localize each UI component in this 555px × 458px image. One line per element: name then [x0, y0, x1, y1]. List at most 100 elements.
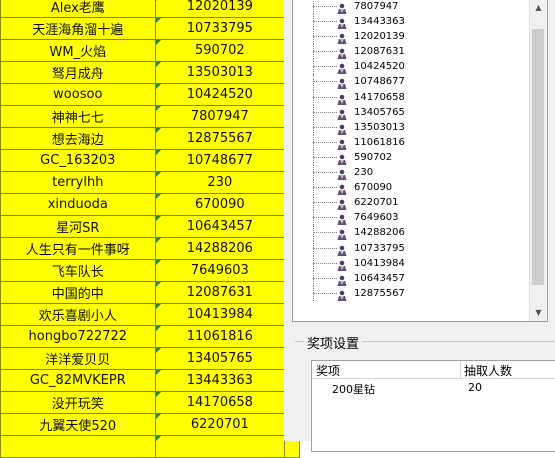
person-icon [336, 196, 348, 211]
award-table[interactable]: 奖项 抽取人数 200星钻 20 [311, 360, 555, 452]
nickname-cell[interactable]: GC_82MVKEPR [0, 369, 156, 392]
tree-item[interactable]: 6220701 [293, 195, 529, 211]
tree-item[interactable]: 13443363 [293, 14, 529, 30]
person-icon [336, 272, 348, 286]
id-cell[interactable]: 7649603 [154, 259, 286, 282]
nickname-cell[interactable]: 星河SR [0, 215, 156, 238]
tree-item[interactable]: 11061816 [293, 134, 529, 150]
id-cell[interactable]: 13503013 [154, 61, 286, 84]
id-cell[interactable]: 6220701 [154, 413, 286, 436]
tree-item-label: 7649603 [354, 212, 399, 224]
id-cell[interactable]: 13405765 [154, 347, 286, 370]
sheet-row: 想去海边 12875567 [0, 127, 300, 150]
award-row[interactable]: 200星钻 20 [312, 380, 555, 396]
nickname-cell[interactable]: 飞车队长 [0, 259, 156, 282]
id-cell[interactable]: 12087631 [154, 281, 286, 304]
id-cell[interactable]: 10643457 [154, 215, 286, 238]
tree-item[interactable]: 590702 [293, 149, 529, 166]
id-cell[interactable]: 7807947 [154, 105, 286, 128]
nickname-cell[interactable]: WM_火焰 [0, 39, 156, 62]
nickname-cell[interactable]: 中国的中 [0, 281, 156, 304]
id-cell[interactable]: 670090 [154, 193, 286, 216]
person-icon [336, 151, 348, 165]
tree-item-label: 6220701 [354, 197, 399, 209]
nickname-cell[interactable]: 洋洋爱贝贝 [0, 347, 156, 370]
id-cell[interactable]: 13443363 [154, 369, 286, 392]
id-cell[interactable]: 10748677 [154, 149, 286, 172]
scroll-thumb[interactable] [532, 29, 544, 285]
nickname-cell[interactable]: 人生只有一件事呀 [0, 237, 156, 260]
tree-item[interactable]: 14170658 [293, 89, 529, 105]
participant-list: 7807947 13443363 12020139 12087631 10424520 1… [293, 0, 529, 301]
person-icon [336, 60, 348, 75]
tree-item[interactable]: 7807947 [293, 0, 529, 15]
sheet-row: terrylhh 230 [0, 171, 300, 194]
tree-item-label: 11061816 [354, 136, 405, 148]
spreadsheet-grid: Alex老鹰 12020139 天涯海角溜十遍 10733795 WM_火焰 590702… [0, 0, 300, 458]
nickname-cell[interactable]: woosoo [0, 83, 156, 106]
tree-item-label: 230 [354, 167, 374, 179]
nickname-cell[interactable]: Alex老鹰 [0, 0, 156, 18]
nickname-cell[interactable]: GC_163203 [0, 149, 156, 172]
tree-item[interactable]: 12020139 [293, 29, 529, 45]
tree-item[interactable]: 10733795 [293, 240, 529, 256]
tree-item[interactable]: 7649603 [293, 210, 529, 226]
id-cell[interactable]: 10733795 [154, 17, 286, 40]
tree-item[interactable]: 12087631 [293, 44, 529, 60]
tree-item-label: 14288206 [354, 227, 405, 239]
scroll-down-icon[interactable]: ▼ [530, 304, 547, 321]
id-cell[interactable]: 590702 [154, 39, 286, 62]
nickname-cell[interactable]: terrylhh [0, 171, 156, 194]
id-cell[interactable]: 230 [154, 171, 286, 194]
id-cell[interactable]: 12020139 [154, 0, 286, 18]
award-col-item[interactable]: 奖项 [316, 362, 340, 379]
participant-tree[interactable]: 7807947 13443363 12020139 12087631 10424520 1… [292, 0, 548, 322]
tree-item[interactable]: 14288206 [293, 225, 529, 241]
id-cell[interactable]: 12875567 [154, 127, 286, 150]
id-cell[interactable]: 10424520 [154, 83, 286, 106]
sheet-row: 天涯海角溜十遍 10733795 [0, 17, 300, 40]
tree-item[interactable]: 12875567 [293, 285, 529, 301]
id-cell[interactable]: 10413984 [154, 303, 286, 326]
tree-item[interactable]: 670090 [293, 180, 529, 196]
person-icon [336, 181, 348, 196]
scroll-up-icon[interactable]: ▲ [530, 0, 547, 16]
tree-item[interactable]: 230 [293, 165, 529, 181]
person-icon [336, 257, 348, 271]
nickname-cell[interactable]: 九翼天使520 [0, 413, 156, 436]
nickname-cell[interactable]: hongbo722722 [0, 325, 156, 348]
id-cell[interactable]: 14288206 [154, 237, 286, 260]
sheet-row: woosoo 10424520 [0, 83, 300, 106]
id-cell[interactable] [154, 435, 286, 458]
tree-scrollbar[interactable]: ▲ ▼ [529, 0, 547, 321]
award-item-cell: 200星钻 [332, 383, 375, 396]
tree-item[interactable]: 10748677 [293, 74, 529, 90]
tree-item[interactable]: 10643457 [293, 270, 529, 286]
tree-item-label: 13405765 [354, 106, 405, 118]
nickname-cell[interactable]: 驽月成舟 [0, 61, 156, 84]
id-cell[interactable]: 11061816 [154, 325, 286, 348]
nickname-cell[interactable]: 没开玩笑 [0, 391, 156, 414]
tree-item-label: 670090 [354, 182, 393, 194]
nickname-cell[interactable]: 天涯海角溜十遍 [0, 17, 156, 40]
tree-item-label: 590702 [354, 151, 393, 163]
tree-item[interactable]: 10424520 [293, 59, 529, 75]
lottery-dialog: 7807947 13443363 12020139 12087631 10424520 1… [284, 0, 555, 452]
nickname-cell[interactable]: 想去海边 [0, 127, 156, 150]
nickname-cell[interactable]: xinduoda [0, 193, 156, 216]
tree-item[interactable]: 13405765 [293, 104, 529, 120]
tree-item[interactable]: 10413984 [293, 255, 529, 271]
nickname-cell[interactable]: 欢乐喜剧小人 [0, 303, 156, 326]
tree-item-label: 12020139 [354, 31, 405, 43]
id-cell[interactable]: 14170658 [154, 391, 286, 414]
person-icon [336, 30, 348, 45]
award-col-count[interactable]: 抽取人数 [464, 362, 512, 379]
award-settings-title: 奖项设置 [304, 333, 363, 352]
nickname-cell[interactable]: 神神七七 [0, 105, 156, 128]
sheet-row: xinduoda 670090 [0, 193, 300, 216]
nickname-cell[interactable] [0, 435, 156, 458]
tree-item[interactable]: 13503013 [293, 119, 529, 135]
sheet-row: 驽月成舟 13503013 [0, 61, 300, 84]
person-icon [336, 91, 348, 105]
person-icon [336, 287, 348, 301]
